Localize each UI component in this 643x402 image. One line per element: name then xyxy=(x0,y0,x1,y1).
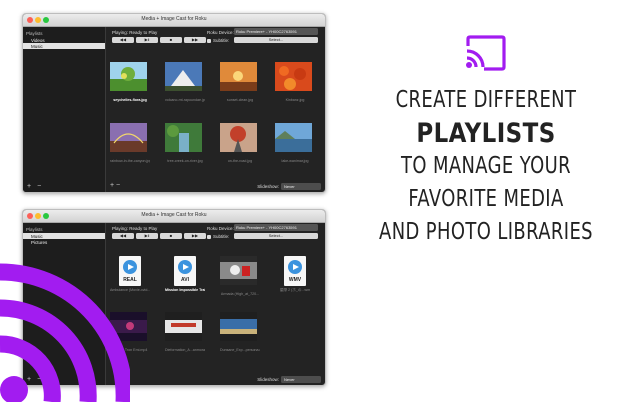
item-caption: 星際 2 (ホ_の...wm xyxy=(279,288,311,292)
item-caption: lake-wanimar.jpg xyxy=(281,159,309,163)
video-thumbnail xyxy=(220,256,257,285)
item-caption: sunset-clean.jpg xyxy=(226,98,254,102)
slideshow-select[interactable]: Never xyxy=(281,376,321,383)
slideshow-label: Slideshow: xyxy=(257,377,279,382)
cast-icon xyxy=(466,35,506,71)
grid-item[interactable]: rainbow-in-the-canyon.jpg xyxy=(110,123,150,163)
item-caption: Armada (High_at_720... xyxy=(220,292,260,296)
title-bar: Media + Image Cast for Roku xyxy=(23,14,325,27)
tagline-line: CREATE DIFFERENT xyxy=(395,87,577,113)
subtitle-checkbox[interactable] xyxy=(207,234,211,239)
tagline-line: TO MANAGE YOUR xyxy=(400,153,571,179)
photo-thumbnail xyxy=(110,123,147,152)
item-caption: Kinbanz.jpg xyxy=(285,98,305,102)
cast-arcs-decoration xyxy=(0,263,130,402)
grid-item[interactable]: AVI Mission Impossible Trailer.avi xyxy=(165,256,205,292)
play-icon xyxy=(178,260,192,274)
fast-forward-button[interactable]: ▶▶ xyxy=(184,233,206,239)
add-playlist-button[interactable]: + xyxy=(27,183,31,190)
subtitle-toggle[interactable]: Subtitle: xyxy=(207,38,229,43)
photo-thumbnail xyxy=(275,62,312,91)
subtitle-toggle[interactable]: Subtitle: xyxy=(207,234,229,239)
tagline-line: AND PHOTO LIBRARIES xyxy=(379,219,593,245)
tagline-line: FAVORITE MEDIA xyxy=(408,186,564,212)
main-panel: Playing: Ready to Play Roku Device: Roku… xyxy=(106,27,325,192)
play-pause-button[interactable]: ▶‖ xyxy=(136,37,158,43)
main-panel: Playing: Ready to Play Roku Device: Roku… xyxy=(106,223,325,385)
bottom-toolbar: Slideshow: Never xyxy=(106,374,325,385)
item-caption: rainbow-in-the-canyon.jpg xyxy=(110,159,150,163)
fast-forward-button[interactable]: ▶▶ xyxy=(184,37,206,43)
add-media-button[interactable]: + xyxy=(110,182,114,189)
grid-item[interactable]: WMV 星際 2 (ホ_の...wm xyxy=(275,256,315,293)
grid-item[interactable]: volcano-mt-rapoundae.jpg xyxy=(165,62,205,102)
play-pause-button[interactable]: ▶‖ xyxy=(136,233,158,239)
playlists-header: Playlists xyxy=(26,227,43,232)
app-window-photos: Media + Image Cast for Roku Playlists Vi… xyxy=(22,13,326,193)
grid-item[interactable]: on-the-road.jpg xyxy=(220,123,260,163)
tagline-line-emphasis: PLAYLISTS xyxy=(416,118,556,149)
slideshow-label: Slideshow: xyxy=(257,184,279,189)
item-caption: Mission Impossible Trailer.avi xyxy=(165,288,205,292)
grid-item[interactable]: Armada (High_at_720... xyxy=(220,256,260,296)
stop-button[interactable]: ■ xyxy=(160,37,182,43)
subtitle-select-button[interactable]: Select... xyxy=(234,233,318,239)
playlist-sidebar: Playlists Videos Music + − xyxy=(23,27,106,192)
marketing-tagline: CREATE DIFFERENT PLAYLISTS TO MANAGE YOU… xyxy=(337,84,635,249)
item-caption: Dunsane_Exp...persona.mp4 xyxy=(220,348,260,352)
photo-thumbnail xyxy=(220,123,257,152)
grid-item[interactable]: Dunsane_Exp...persona.mp4 xyxy=(220,312,260,352)
slideshow-select[interactable]: Never xyxy=(281,183,321,190)
video-thumbnail xyxy=(165,312,202,341)
title-bar: Media + Image Cast for Roku xyxy=(23,210,325,223)
subtitle-checkbox[interactable] xyxy=(207,38,211,43)
playlist-item-pictures[interactable]: Pictures xyxy=(23,239,105,245)
item-caption: seychelles-flora.jpg xyxy=(113,98,147,102)
photo-grid: seychelles-flora.jpg volcano-mt-rapounda… xyxy=(106,57,325,177)
photo-thumbnail xyxy=(110,62,147,91)
roku-device-select[interactable]: Roku Premiere+ - YH00C2763591 xyxy=(234,28,318,35)
window-title: Media + Image Cast for Roku xyxy=(141,16,207,22)
grid-item[interactable]: seychelles-flora.jpg xyxy=(110,62,150,102)
playlists-header: Playlists xyxy=(26,31,43,36)
window-title: Media + Image Cast for Roku xyxy=(141,212,207,218)
video-file-icon: AVI xyxy=(174,256,196,286)
grid-item[interactable]: tree-creek-on-river.jpg xyxy=(165,123,205,163)
grid-item[interactable]: Kinbanz.jpg xyxy=(275,62,315,102)
item-caption: Dieformation_A...anmora.mp4 xyxy=(165,348,205,352)
photo-thumbnail xyxy=(275,123,312,152)
play-icon xyxy=(288,260,302,274)
stop-button[interactable]: ■ xyxy=(160,233,182,239)
remove-media-button[interactable]: − xyxy=(116,182,120,189)
media-grid: REAL Ambulance (Movie-xvid... AVI Missio… xyxy=(106,253,325,373)
rewind-button[interactable]: ◀◀ xyxy=(112,37,134,43)
photo-thumbnail xyxy=(165,123,202,152)
video-thumbnail xyxy=(220,312,257,341)
roku-device-label: Roku Device: xyxy=(207,226,234,231)
bottom-toolbar: + − Slideshow: Never xyxy=(106,181,325,192)
video-file-icon: WMV xyxy=(284,256,306,286)
grid-item[interactable]: sunset-clean.jpg xyxy=(220,62,260,102)
playing-status: Playing: Ready to Play xyxy=(112,226,158,231)
playing-status: Playing: Ready to Play xyxy=(112,30,158,35)
item-caption: tree-creek-on-river.jpg xyxy=(167,159,203,163)
subtitle-select-button[interactable]: Select... xyxy=(234,37,318,43)
photo-thumbnail xyxy=(165,62,202,91)
grid-item[interactable]: Dieformation_A...anmora.mp4 xyxy=(165,312,205,352)
roku-device-label: Roku Device: xyxy=(207,30,234,35)
photo-thumbnail xyxy=(220,62,257,91)
playlist-item-music[interactable]: Music xyxy=(23,43,105,49)
item-caption: on-the-road.jpg xyxy=(227,159,253,163)
item-caption: volcano-mt-rapoundae.jpg xyxy=(165,98,205,102)
rewind-button[interactable]: ◀◀ xyxy=(112,233,134,239)
remove-playlist-button[interactable]: − xyxy=(37,183,41,190)
grid-item[interactable]: lake-wanimar.jpg xyxy=(275,123,315,163)
roku-device-select[interactable]: Roku Premiere+ - YH00C2763591 xyxy=(234,224,318,231)
